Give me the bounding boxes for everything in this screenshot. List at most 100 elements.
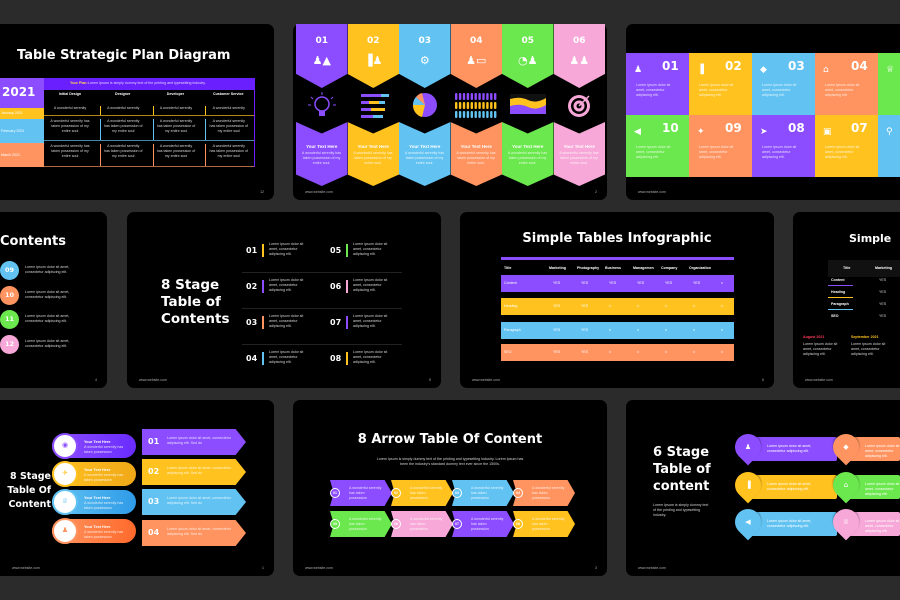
stage-bar	[262, 280, 264, 293]
users-icon: ♟	[634, 65, 643, 75]
badge-number: 05	[333, 522, 337, 526]
bar-chart-icon: ▐	[697, 65, 704, 75]
stage-text: Lorem ipsum dolor sit amet, consectetur …	[353, 242, 388, 256]
tile-number: 03	[788, 59, 805, 73]
arrow-text: Lorem ipsum dolor sit amet, consectetur …	[167, 466, 231, 475]
table-cell: x	[693, 304, 695, 308]
megaphone-icon: ◀	[634, 127, 641, 137]
bar-chart-person-icon: ▐♟	[364, 54, 383, 67]
slide-6-stage-toc[interactable]: 6 Stage Table of content Lorem Ipsum is s…	[626, 400, 900, 576]
table-cell: SEO	[504, 350, 512, 354]
month-label: February 2021	[1, 128, 25, 133]
column-header: Developer	[166, 92, 185, 96]
row-divider	[44, 115, 255, 116]
slide-8-stage-table-of-content[interactable]: 8 Stage Table Of Content ◉ Your Text Here A…	[0, 400, 274, 576]
table-right-border	[254, 78, 255, 167]
column-header: Marketing	[549, 266, 566, 270]
table-cell: YES	[581, 328, 589, 332]
slide-8-stage-contents[interactable]: 8 Stage Table of Contents 01 Lorem ipsum d…	[127, 212, 441, 388]
users-icon: ♟	[61, 526, 69, 534]
row-label: SEO	[831, 314, 839, 318]
slide-ten-tiles[interactable]: ♟ 01 Lorem ipsum dolor sit amet, consectet…	[626, 24, 900, 200]
tag-icon: ◆	[760, 65, 767, 75]
circle-number: 10	[4, 290, 15, 299]
arrow-number: 04	[148, 528, 160, 537]
page-number: 4	[95, 378, 97, 382]
badge-number: 02	[394, 491, 398, 495]
stage-bar	[262, 316, 264, 329]
pie-chart-person-icon: ◔♟	[518, 54, 538, 67]
tile-number: 10	[662, 121, 679, 135]
table-cell: A wonderful serenity has taken possessio…	[99, 144, 146, 166]
tile-number: 09	[725, 121, 742, 135]
slide-contents-partial[interactable]: Contents 09 Lorem ipsum dolor sit amet, co…	[0, 212, 107, 388]
table-row[interactable]	[501, 322, 734, 339]
tag-icon: ◆	[843, 443, 849, 451]
column-number: 06	[572, 36, 586, 46]
tile-text: Lorem ipsum dolor sit amet, consectetur …	[825, 83, 860, 97]
presenter-pyramid-icon: ♟▲	[312, 54, 331, 67]
footer-url: www.website.com	[305, 566, 333, 570]
row-value: YES	[879, 302, 887, 306]
table-cell: YES	[553, 281, 561, 285]
badge-number: 04	[516, 491, 520, 495]
area-chart	[502, 91, 554, 121]
tile-number: 08	[788, 121, 805, 135]
stage-number: 04	[246, 354, 258, 363]
table-cell: YES	[581, 281, 589, 285]
stage-number: 02	[246, 282, 258, 291]
pill-title: Your Text Here	[84, 468, 111, 472]
tile-text: Lorem ipsum dolor sit amet, consectetur …	[699, 83, 734, 97]
trophy-icon: ♕	[886, 65, 895, 75]
stage-bar	[346, 244, 348, 257]
column-header: Photography	[577, 266, 600, 270]
table-cell: x	[609, 328, 611, 332]
arrow-number: 03	[148, 497, 160, 506]
slide-strategic-plan[interactable]: Table Strategic Plan Diagram 2021 January …	[0, 24, 274, 200]
slide-title: Contents	[0, 234, 66, 249]
slide-simple-tables-2[interactable]: Simple Title Marketing Content YES Heading YES…	[793, 212, 900, 388]
badge-number: 03	[455, 491, 459, 495]
pill-text: A wonderful serenity has taken possessio…	[84, 501, 124, 510]
page-number: 12	[260, 190, 264, 194]
target-icon	[554, 91, 606, 121]
table-cell: A wonderful serenity has taken possessio…	[50, 144, 90, 158]
row-divider	[242, 308, 402, 309]
row-divider	[44, 140, 255, 141]
tile-number: 01	[662, 59, 679, 73]
slide-8-arrow-toc[interactable]: 8 Arrow Table Of Content Lorem Ipsum is s…	[293, 400, 607, 576]
table-row[interactable]	[501, 344, 734, 361]
table-cell: Paragraph	[504, 328, 521, 332]
table-cell: YES	[553, 350, 561, 354]
slide-six-column-infographic[interactable]: 01 ♟▲ Your Text Here A wonderful serenity h…	[293, 24, 607, 200]
two-people-icon: ♟♟	[569, 54, 590, 67]
pill-title: Your Text Here	[84, 496, 111, 500]
slide-simple-tables[interactable]: Simple Tables Infographic Title Marketing P…	[460, 212, 774, 388]
footer-url: www.website.com	[638, 566, 666, 570]
item-text: Lorem ipsum dolor sit amet, consectetur …	[767, 481, 812, 491]
lightbulb-icon	[296, 91, 348, 121]
table-row[interactable]	[501, 298, 734, 315]
bar-chart-icon: ▐	[745, 480, 751, 489]
pill-text: A wonderful serenity has taken possessio…	[84, 473, 124, 482]
card-text: A wonderful serenity has taken possessio…	[456, 151, 496, 165]
card-title: Your Text Here	[460, 144, 492, 149]
stage-bar	[346, 280, 348, 293]
table-cell: YES	[665, 281, 673, 285]
table-cell: A wonderful serenity has taken possessio…	[205, 119, 251, 140]
stage-number: 05	[330, 246, 342, 255]
pill-text: A wonderful serenity has taken possessio…	[84, 530, 124, 539]
table-cell: A wonderful serenity has taken possessio…	[50, 119, 90, 133]
slide-subtitle: Lorem Ipsum is simply dummy text of the …	[653, 503, 709, 517]
column-header: Title	[843, 266, 851, 270]
presentation-icon: ▣	[823, 127, 832, 137]
footer-url: www.website.com	[139, 378, 167, 382]
column-header: Organization	[689, 266, 711, 270]
card-text: A wonderful serenity has taken possessio…	[353, 151, 393, 165]
arrow-text: Lorem ipsum dolor sit amet, consectetur …	[167, 527, 231, 536]
table-cell: A wonderful serenity has taken possessio…	[152, 119, 199, 140]
page-number: 6	[762, 378, 764, 382]
tile-text: Lorem ipsum dolor sit amet, consectetur …	[636, 83, 671, 97]
table-cell: YES	[553, 328, 561, 332]
tile-text: Lorem ipsum dolor sit amet, consectetur …	[636, 145, 671, 159]
